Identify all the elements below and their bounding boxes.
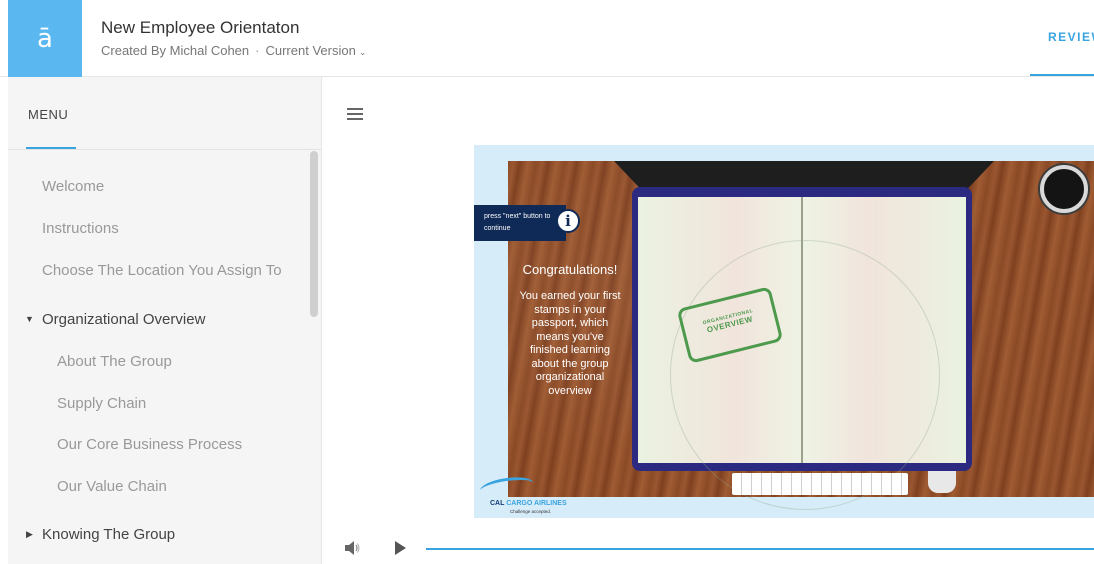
press-next-hint: press "next" button to continue — [474, 205, 566, 241]
passport-spine — [801, 197, 803, 463]
sidebar-menu: MENU Welcome Instructions Choose The Loc… — [8, 77, 322, 564]
passport-watermark — [670, 240, 940, 510]
course-subtitle: Created By Michal Cohen · Current Version ⌄ — [101, 43, 366, 58]
caret-down-icon[interactable]: ▼ — [25, 314, 34, 324]
hamburger-icon[interactable] — [347, 108, 363, 120]
sidebar-item-supply-chain[interactable]: Supply Chain — [57, 395, 146, 412]
top-header: ā New Employee Orientaton Created By Mic… — [0, 0, 1094, 77]
chevron-down-icon: ⌄ — [358, 47, 367, 57]
version-dropdown[interactable]: Current Version ⌄ — [265, 43, 366, 58]
sidebar-item-core-business-process[interactable]: Our Core Business Process — [57, 436, 242, 453]
brand-tagline: Challenge accepted. — [510, 509, 552, 514]
created-by-text: Created By Michal Cohen — [101, 43, 250, 58]
sidebar-item-about-the-group[interactable]: About The Group — [57, 353, 172, 370]
tab-review[interactable]: REVIEW — [1048, 30, 1094, 44]
sidebar-item-value-chain[interactable]: Our Value Chain — [57, 478, 167, 495]
sidebar-item-instructions[interactable]: Instructions — [42, 220, 119, 237]
menu-header: MENU — [8, 77, 322, 150]
app-window: ā New Employee Orientaton Created By Mic… — [0, 0, 1094, 564]
volume-icon[interactable] — [344, 541, 360, 555]
brand-name: CAL CARGO AIRLINES — [490, 500, 567, 507]
brand-rest: CARGO AIRLINES — [506, 500, 567, 507]
sidebar-item-knowing-the-group[interactable]: Knowing The Group — [42, 526, 175, 543]
caret-right-icon[interactable]: ▶ — [26, 529, 33, 540]
keyboard-icon — [732, 473, 908, 495]
menu-label[interactable]: MENU — [28, 107, 68, 122]
brand-cal: CAL — [490, 500, 505, 507]
sidebar-scrollbar-thumb[interactable] — [310, 151, 318, 317]
menu-tab-indicator — [26, 147, 76, 149]
play-icon[interactable] — [395, 541, 406, 555]
slide-content[interactable]: ORGANIZATIONAL OVERVIEW press "next" but… — [474, 145, 1094, 518]
tab-review-indicator — [1030, 74, 1094, 76]
sidebar-item-welcome[interactable]: Welcome — [42, 178, 104, 195]
mouse-icon — [928, 471, 956, 493]
logo-glyph: ā — [37, 23, 53, 54]
playback-progress-bar[interactable] — [426, 548, 1094, 550]
sidebar-item-organizational-overview[interactable]: Organizational Overview — [42, 311, 205, 328]
sidebar-item-choose-location[interactable]: Choose The Location You Assign To — [42, 262, 282, 279]
brand-swoosh-icon — [479, 474, 535, 500]
cal-cargo-airlines-logo: CAL CARGO AIRLINES Challenge accepted. — [479, 474, 600, 514]
congrats-title: Congratulations! — [522, 262, 618, 277]
info-icon[interactable]: i — [556, 209, 580, 233]
course-title: New Employee Orientaton — [101, 18, 300, 37]
congrats-message: You earned your first stamps in your pas… — [519, 290, 621, 397]
version-label: Current Version — [265, 43, 356, 58]
coffee-cup-icon — [1040, 165, 1088, 213]
subtitle-separator: · — [255, 43, 260, 58]
app-logo[interactable]: ā — [8, 0, 82, 77]
